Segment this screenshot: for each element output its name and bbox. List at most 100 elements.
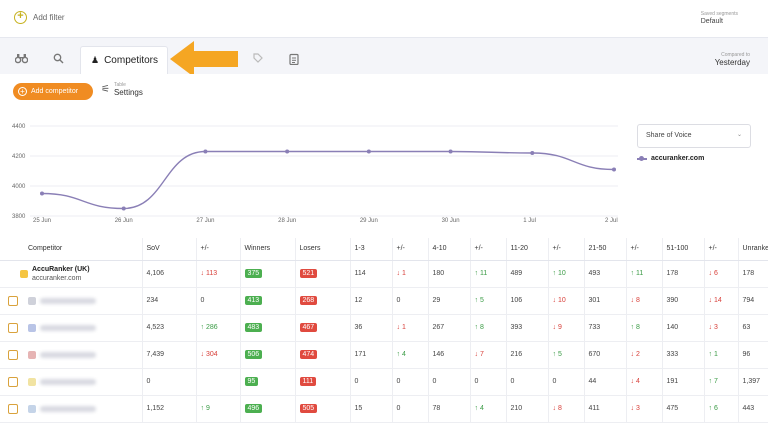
table-cell: ↓ 7 bbox=[470, 341, 507, 369]
competitor-name: AccuRanker (UK) bbox=[32, 265, 90, 273]
losers-badge: 474 bbox=[299, 350, 318, 359]
column-header[interactable]: +/- bbox=[392, 238, 429, 261]
blurred-domain bbox=[40, 351, 96, 358]
add-competitor-label: Add competitor bbox=[31, 88, 79, 95]
x-tick-label: 28 Jun bbox=[278, 218, 296, 224]
tab-competitors[interactable]: ♟ Competitors bbox=[80, 46, 168, 74]
table-cell: 0 bbox=[392, 395, 429, 423]
legend-swatch bbox=[637, 155, 647, 161]
table-cell: 36 bbox=[350, 314, 393, 342]
table-cell: ↑ 8 bbox=[626, 314, 663, 342]
column-header[interactable]: 11-20 bbox=[506, 238, 549, 261]
add-competitor-button[interactable]: + Add competitor bbox=[13, 83, 93, 100]
column-header[interactable]: +/- bbox=[704, 238, 739, 261]
compared-to-value: Yesterday bbox=[714, 58, 750, 67]
column-header[interactable]: Competitor bbox=[0, 238, 143, 261]
table-cell: ↑ 8 bbox=[470, 314, 507, 342]
column-header[interactable]: +/- bbox=[196, 238, 241, 261]
tag-icon[interactable] bbox=[253, 53, 263, 66]
change-up-value: ↑ 11 bbox=[474, 270, 488, 277]
table-cell: ↓ 1 bbox=[392, 314, 429, 342]
sov-line-chart: 3800 4000 4200 4400 25 Jun 26 Jun 27 Jun 28 Jun… bbox=[12, 124, 618, 224]
sliders-icon: ⚟ bbox=[101, 84, 110, 95]
y-tick-label: 4000 bbox=[12, 184, 26, 190]
table-settings-button[interactable]: ⚟ Table Settings bbox=[101, 82, 143, 97]
table-cell: 180 bbox=[428, 260, 471, 288]
change-down-value: ↓ 8 bbox=[552, 405, 562, 412]
metric-select[interactable]: Share of Voice ⌄ bbox=[637, 124, 751, 148]
column-header[interactable]: 21-50 bbox=[584, 238, 627, 261]
table-cell: 210 bbox=[506, 395, 549, 423]
data-point bbox=[203, 149, 208, 154]
table-row[interactable]: 4,523 ↑ 286 483 467 36 ↓ 1 267 ↑ 8 393 ↓ 9 733 ↑ 81… bbox=[0, 314, 768, 342]
table-cell: ↑ 6 bbox=[704, 395, 739, 423]
table-cell: 393 bbox=[506, 314, 549, 342]
table-cell: ↑ 9 bbox=[196, 395, 241, 423]
row-checkbox[interactable] bbox=[8, 349, 18, 360]
table-cell: 106 bbox=[506, 287, 549, 315]
table-cell: 1,397 bbox=[738, 368, 768, 396]
row-checkbox[interactable] bbox=[8, 295, 18, 306]
table-cell: 7,439 bbox=[142, 341, 197, 369]
table-cell: ↑ 5 bbox=[548, 341, 585, 369]
table-row[interactable]: 7,439 ↓ 304 506 474 171 ↑ 4 146 ↓ 7 216 ↑ 5 670 ↓ 2… bbox=[0, 341, 768, 369]
column-header[interactable]: +/- bbox=[470, 238, 507, 261]
table-cell: 483 bbox=[240, 314, 296, 342]
losers-badge: 505 bbox=[299, 404, 318, 413]
favicon-icon bbox=[28, 323, 36, 332]
saved-segments-label: Saved segments bbox=[700, 11, 738, 17]
table-cell: 413 bbox=[240, 287, 296, 315]
table-cell: ↑ 4 bbox=[470, 395, 507, 423]
binoculars-icon[interactable] bbox=[14, 53, 29, 67]
x-tick-label: 29 Jun bbox=[360, 218, 378, 224]
column-header[interactable]: Winners bbox=[240, 238, 296, 261]
add-filter-button[interactable]: + Add filter bbox=[14, 11, 65, 24]
favicon-icon bbox=[28, 296, 36, 305]
change-down-value: ↓ 6 bbox=[708, 270, 718, 277]
table-cell: 411 bbox=[584, 395, 627, 423]
table-cell: ↓ 8 bbox=[626, 287, 663, 315]
table-row[interactable]: 1,152 ↑ 9 496 505 15 0 78 ↑ 4 210 ↓ 8 411 ↓ 3 475 ↑ 6… bbox=[0, 395, 768, 423]
table-cell: ↑ 286 bbox=[196, 314, 241, 342]
table-cell: ↓ 4 bbox=[626, 368, 663, 396]
column-header[interactable]: Losers bbox=[295, 238, 351, 261]
data-point bbox=[121, 206, 126, 211]
legend-label: accuranker.com bbox=[651, 155, 705, 162]
favicon-icon bbox=[20, 269, 28, 278]
column-header[interactable]: Unranked bbox=[738, 238, 768, 261]
column-header[interactable]: +/- bbox=[626, 238, 663, 261]
chart-legend[interactable]: accuranker.com bbox=[637, 155, 704, 162]
table-row[interactable]: 0 95 111 0 0 0 0 0 0 44 ↓ 4 191 ↑ 7 1,397 bbox=[0, 368, 768, 396]
table-cell: 4,523 bbox=[142, 314, 197, 342]
change-down-value: ↓ 1 bbox=[396, 324, 406, 331]
row-checkbox[interactable] bbox=[8, 376, 18, 387]
row-checkbox[interactable] bbox=[8, 403, 18, 414]
column-header[interactable]: 51-100 bbox=[662, 238, 705, 261]
x-tick-label: 1 Jul bbox=[523, 218, 536, 224]
table-cell: ↓ 10 bbox=[548, 287, 585, 315]
table-row[interactable]: AccuRanker (UK) accuranker.com 4,106 ↓ 113 3… bbox=[0, 260, 768, 288]
orange-arrow-icon bbox=[170, 41, 238, 77]
table-cell: ↓ 6 bbox=[704, 260, 739, 288]
search-icon[interactable] bbox=[53, 53, 64, 67]
table-cell: 670 bbox=[584, 341, 627, 369]
column-header[interactable]: 1-3 bbox=[350, 238, 393, 261]
favicon-icon bbox=[28, 350, 36, 359]
change-down-value: ↓ 2 bbox=[630, 351, 640, 358]
competitor-cell bbox=[0, 368, 143, 396]
table-cell: 390 bbox=[662, 287, 705, 315]
table-cell: 489 bbox=[506, 260, 549, 288]
clipboard-icon[interactable] bbox=[289, 53, 299, 68]
change-down-value: ↓ 8 bbox=[630, 297, 640, 304]
table-cell: 234 bbox=[142, 287, 197, 315]
column-header[interactable]: +/- bbox=[548, 238, 585, 261]
row-checkbox[interactable] bbox=[8, 322, 18, 333]
saved-segments-select[interactable]: Saved segments Default bbox=[701, 11, 738, 25]
table-cell: 146 bbox=[428, 341, 471, 369]
column-header[interactable]: 4-10 bbox=[428, 238, 471, 261]
table-row[interactable]: 234 0 413 268 12 0 29 ↑ 5 106 ↓ 10 301 ↓ 8 390 ↓ 14 79… bbox=[0, 287, 768, 315]
table-cell: ↓ 113 bbox=[196, 260, 241, 288]
compared-to-select[interactable]: Compared to Yesterday bbox=[714, 52, 750, 67]
column-header[interactable]: SoV bbox=[142, 238, 197, 261]
blurred-domain bbox=[40, 405, 96, 412]
